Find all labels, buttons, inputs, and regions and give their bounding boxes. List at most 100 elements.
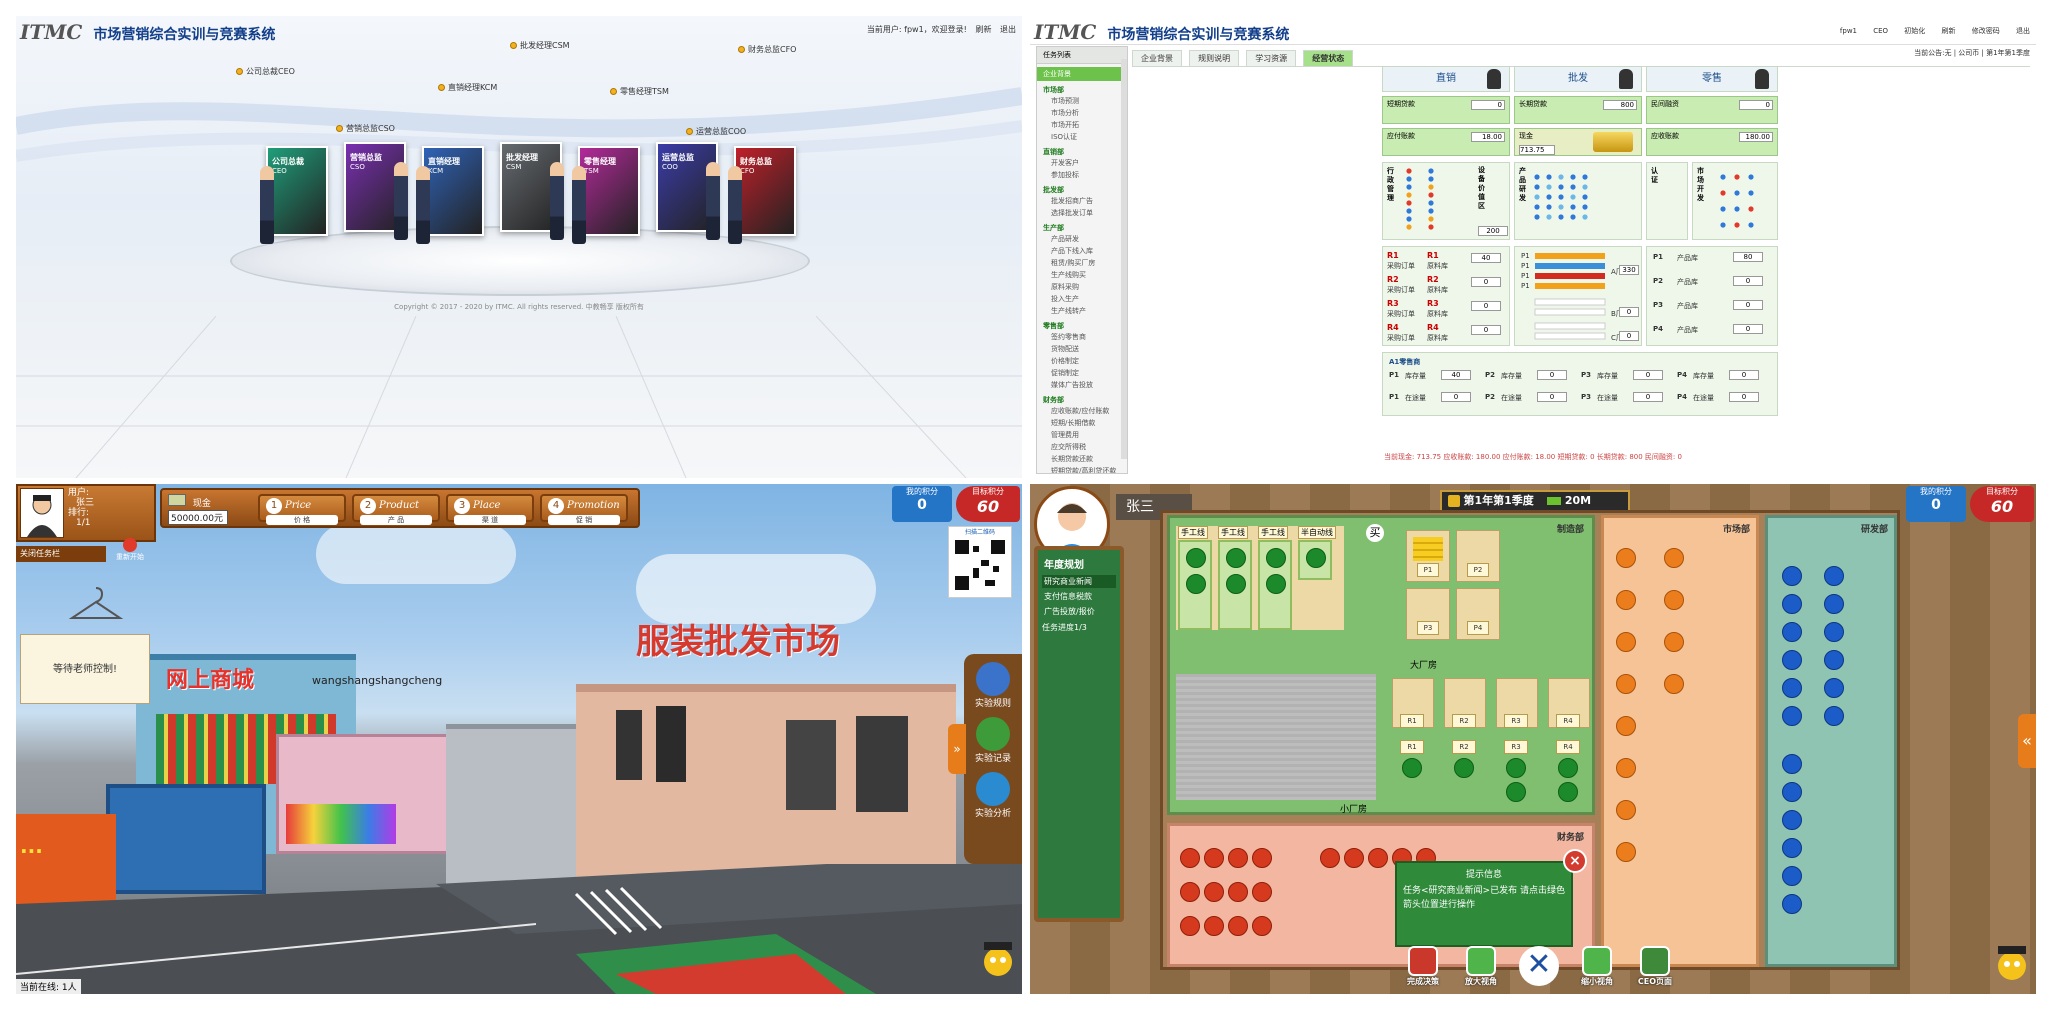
- rd-panel: 产品研发: [1514, 162, 1642, 240]
- buy-button[interactable]: 买: [1366, 524, 1384, 542]
- role-tsm[interactable]: 零售经理TSM: [620, 87, 669, 96]
- nav-user[interactable]: fpw1: [1840, 27, 1857, 35]
- sidebar-item[interactable]: ISO认证: [1051, 132, 1127, 143]
- collapse-panel-button[interactable]: «: [2018, 714, 2036, 768]
- indicator-dot: [1428, 192, 1434, 198]
- channel-direct: 直销: [1382, 66, 1510, 92]
- close-button[interactable]: ✕: [1512, 946, 1566, 986]
- small-plant-area[interactable]: [1176, 674, 1376, 800]
- menu-place[interactable]: 3 Place 渠 道: [446, 494, 534, 525]
- tab-resources[interactable]: 学习资源: [1246, 50, 1297, 66]
- plan-item[interactable]: 研究商业新闻: [1042, 575, 1116, 588]
- tab-background[interactable]: 企业背景: [1132, 50, 1182, 66]
- indicator-dot: [1558, 204, 1564, 210]
- sidebar-item[interactable]: 货物配送: [1051, 344, 1127, 355]
- analysis-icon: [976, 772, 1010, 806]
- zoom-in-button[interactable]: 放大视角: [1454, 946, 1508, 987]
- refresh-link[interactable]: 刷新: [975, 25, 991, 34]
- my-score-value: 0: [1931, 497, 1941, 513]
- sidebar-item[interactable]: 市场开拓: [1051, 120, 1127, 131]
- sidebar-item[interactable]: 市场预测: [1051, 96, 1127, 107]
- exit-link[interactable]: 退出: [1000, 25, 1016, 34]
- sidebar-item[interactable]: 产品下线入库: [1051, 246, 1127, 257]
- plan-item[interactable]: 广告投放/报价: [1042, 605, 1116, 618]
- menu-product[interactable]: 2 Product 产 品: [352, 494, 440, 525]
- card-title: 营销总监: [350, 153, 382, 162]
- sidebar-item[interactable]: 开发客户: [1051, 158, 1127, 169]
- coin-icon: [1180, 848, 1200, 868]
- coin-icon: [1558, 782, 1578, 802]
- channel-wholesale: 批发: [1514, 66, 1642, 92]
- experiment-record-button[interactable]: 实验记录: [973, 717, 1013, 764]
- sidebar-item[interactable]: 投入生产: [1051, 294, 1127, 305]
- sidebar-item[interactable]: 促销制定: [1051, 368, 1127, 379]
- close-task-button[interactable]: 关闭任务栏: [16, 546, 106, 562]
- record-icon: [976, 717, 1010, 751]
- sidebar-item[interactable]: 签约零售商: [1051, 332, 1127, 343]
- ceo-icon: [1640, 946, 1670, 976]
- tab-rules[interactable]: 规则说明: [1189, 50, 1240, 66]
- rd-dept: 研发部: [1765, 515, 1897, 967]
- restart-button[interactable]: 重新开始: [110, 538, 150, 562]
- sidebar-item[interactable]: 原料采购: [1051, 282, 1127, 293]
- current-user: 当前用户: fpw1，欢迎登录!: [866, 25, 967, 34]
- close-tip-button[interactable]: ×: [1563, 849, 1587, 873]
- qty-value: 0: [1441, 392, 1471, 402]
- menu-cn: 产 品: [360, 515, 432, 525]
- finish-decision-button[interactable]: 完成决策: [1396, 946, 1450, 987]
- sidebar-section: 市场部: [1043, 86, 1064, 94]
- sidebar-item[interactable]: 批发招商广告: [1051, 196, 1127, 207]
- role-card-kcm[interactable]: 直销经理 KCM: [422, 146, 484, 236]
- sidebar-item[interactable]: 租赁/购买厂房: [1051, 258, 1127, 269]
- sidebar-item[interactable]: 生产线转产: [1051, 306, 1127, 317]
- ceo-page-button[interactable]: CEO页面: [1628, 946, 1682, 987]
- sidebar-item[interactable]: 价格制定: [1051, 356, 1127, 367]
- role-cfo[interactable]: 财务总监CFO: [748, 45, 796, 54]
- sidebar-item[interactable]: 短期/长期借款: [1051, 418, 1127, 429]
- collapse-panel-button[interactable]: »: [948, 724, 966, 774]
- plan-item[interactable]: 支付信息税款: [1042, 590, 1116, 603]
- role-kcm[interactable]: 直销经理KCM: [448, 83, 497, 92]
- sidebar-item[interactable]: 媒体广告投放: [1051, 380, 1127, 391]
- sidebar-item[interactable]: 短期贷款/高利贷还款: [1051, 466, 1127, 473]
- role-csm[interactable]: 批发经理CSM: [520, 41, 570, 50]
- production-panel: P1 P1 P1 P1 A厂 330 B厂 0 C厂 0: [1514, 246, 1642, 346]
- sidebar-item[interactable]: 市场分析: [1051, 108, 1127, 119]
- experiment-rules-button[interactable]: 实验规则: [973, 662, 1013, 709]
- menu-price[interactable]: 1 Price 价 格: [258, 494, 346, 525]
- sidebar-item[interactable]: 参加投标: [1051, 170, 1127, 181]
- sidebar-scrollbar[interactable]: [1121, 59, 1127, 459]
- raw-label: R1: [1400, 740, 1424, 754]
- sidebar-item[interactable]: 管理费用: [1051, 430, 1127, 441]
- prod-slot-p3[interactable]: P3: [1406, 588, 1450, 640]
- zoom-out-button[interactable]: 缩小视角: [1570, 946, 1624, 987]
- coin-icon: [1824, 566, 1844, 586]
- prod-slot-p2[interactable]: P2: [1456, 530, 1500, 582]
- sidebar-item[interactable]: 产品研发: [1051, 234, 1127, 245]
- role-card-cfo[interactable]: 财务总监 CFO: [734, 146, 796, 236]
- experiment-analysis-button[interactable]: 实验分析: [973, 772, 1013, 819]
- nav-refresh[interactable]: 刷新: [1942, 27, 1956, 35]
- product-value: 0: [1733, 300, 1763, 310]
- cash-display: 现金 50000.00元: [168, 494, 248, 525]
- role-dot-icon: [738, 46, 745, 53]
- role-card-tsm[interactable]: 零售经理 TSM: [578, 146, 640, 236]
- role-cso[interactable]: 营销总监CSO: [346, 124, 395, 133]
- prod-slot-p1[interactable]: P1: [1406, 530, 1450, 582]
- sidebar-item[interactable]: 应收账款/应付账款: [1051, 406, 1127, 417]
- nav-exit[interactable]: 退出: [2016, 27, 2030, 35]
- nav-init[interactable]: 初始化: [1904, 27, 1925, 35]
- sidebar-item-background[interactable]: 企业背景: [1037, 67, 1127, 81]
- coin-icon: [1782, 782, 1802, 802]
- role-ceo[interactable]: 公司总裁CEO: [246, 67, 295, 76]
- nav-password[interactable]: 修改密码: [1972, 27, 2000, 35]
- role-card-ceo[interactable]: 公司总裁 CEO: [266, 146, 328, 236]
- sidebar-item[interactable]: 选择批发订单: [1051, 208, 1127, 219]
- sidebar-item[interactable]: 生产线购买: [1051, 270, 1127, 281]
- prod-slot-p4[interactable]: P4: [1456, 588, 1500, 640]
- role-coo[interactable]: 运营总监COO: [696, 127, 746, 136]
- menu-promotion[interactable]: 4 Promotion 促 销: [540, 494, 628, 525]
- menu-number: 3: [454, 498, 470, 514]
- tab-status[interactable]: 经营状态: [1303, 50, 1354, 66]
- nav-role[interactable]: CEO: [1873, 27, 1888, 35]
